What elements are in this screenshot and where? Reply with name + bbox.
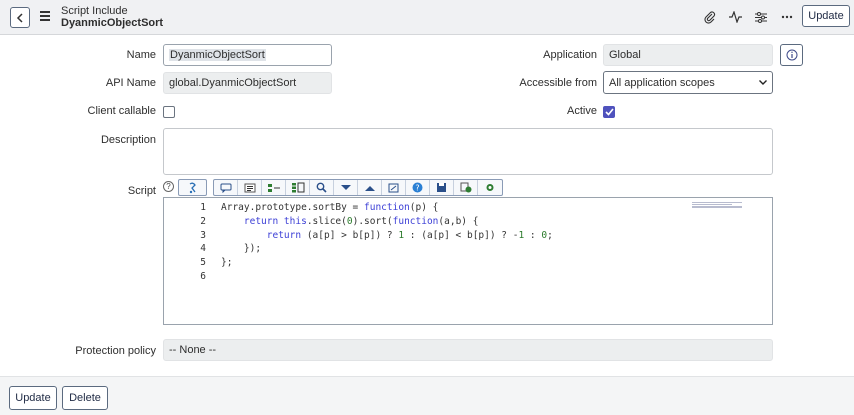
line-number: 3 (200, 229, 206, 241)
form-header: Script Include DyanmicObjectSort Update (0, 0, 854, 35)
toggle-up-icon[interactable] (358, 180, 382, 195)
code-minimap[interactable] (692, 202, 742, 210)
accessible-from-value: All application scopes (609, 76, 715, 89)
code-token: (p) { (409, 202, 439, 213)
chevron-down-icon (759, 80, 767, 85)
update-button[interactable]: Update (9, 386, 57, 410)
code-content[interactable]: Array.prototype.sortBy = function(p) { r… (221, 201, 692, 284)
script-help-icon[interactable] (179, 180, 206, 195)
svg-text:?: ? (415, 183, 419, 192)
checkmark-icon (604, 108, 614, 116)
update-button-header[interactable]: Update (802, 5, 850, 27)
line-number: 2 (200, 215, 206, 227)
line-number-gutter: 1 2 3 4 5 6 (164, 201, 210, 284)
code-line: return (a[p] > b[p]) ? 1 : (a[p] < b[p])… (221, 229, 692, 243)
comment-icon[interactable] (214, 180, 238, 195)
toggle-down-icon[interactable] (334, 180, 358, 195)
code-token: : (524, 229, 542, 241)
application-field: Global (603, 44, 773, 66)
application-value: Global (609, 49, 641, 61)
line-number: 6 (200, 270, 206, 282)
api-name-field: global.DyanmicObjectSort (163, 72, 332, 94)
code-token: ; (547, 229, 553, 241)
script-editor[interactable]: 1 2 3 4 5 6 Array.prototype.sortBy = fun… (163, 197, 773, 325)
settings-sliders-icon[interactable] (754, 10, 768, 24)
script-label: Script (127, 185, 156, 197)
code-line: }; (221, 256, 692, 270)
name-value: DyanmicObjectSort (169, 49, 266, 61)
hamburger-icon[interactable] (40, 11, 50, 21)
script-editor-toolbar: ? (213, 179, 503, 196)
back-icon (16, 12, 23, 23)
name-label: Name (126, 49, 156, 61)
active-label: Active (567, 105, 597, 117)
code-token: (a,b) { (438, 215, 479, 227)
record-name-label: DyanmicObjectSort (61, 17, 164, 29)
code-token: ).sort( (352, 215, 393, 227)
code-token: }); (221, 243, 262, 255)
description-label: Description (100, 134, 156, 146)
api-name-label: API Name (105, 77, 156, 89)
fullscreen-icon[interactable] (382, 180, 406, 195)
active-checkbox[interactable] (603, 106, 615, 118)
code-token: : (a[p] < b[p]) ? - (404, 229, 519, 241)
activity-icon[interactable] (728, 10, 742, 24)
client-callable-checkbox[interactable] (163, 106, 175, 118)
info-button[interactable] (780, 44, 803, 66)
protection-policy-value: -- None -- (169, 344, 217, 356)
code-line: }); (221, 242, 692, 256)
code-token: Array.prototype.sortBy = (221, 202, 364, 213)
help-icon[interactable]: ? (406, 180, 430, 195)
accessible-from-label: Accessible from (519, 77, 597, 89)
script-help-toolbar (178, 179, 207, 196)
form-footer (0, 376, 854, 415)
search-icon[interactable] (310, 180, 334, 195)
description-field[interactable] (163, 128, 773, 175)
code-token: return (266, 229, 302, 241)
debug-icon[interactable] (478, 180, 502, 195)
protection-policy-label: Protection policy (75, 345, 156, 357)
back-button[interactable] (10, 7, 30, 28)
more-icon[interactable] (780, 10, 794, 24)
replace-icon[interactable] (262, 180, 286, 195)
line-number: 5 (200, 257, 206, 269)
api-name-value: global.DyanmicObjectSort (169, 77, 297, 89)
code-token: return this (243, 215, 307, 227)
code-token: (a[p] > b[p]) ? (301, 229, 399, 241)
protection-policy-field: -- None -- (163, 339, 773, 361)
code-token: .slice( (306, 215, 347, 227)
accessible-from-select[interactable]: All application scopes (603, 71, 773, 94)
paperclip-icon[interactable] (703, 10, 717, 24)
record-type-label: Script Include (61, 5, 128, 17)
code-token: function (364, 202, 410, 213)
save-icon[interactable] (430, 180, 454, 195)
name-field[interactable]: DyanmicObjectSort (163, 44, 332, 66)
replace-all-icon[interactable] (286, 180, 310, 195)
format-icon[interactable] (238, 180, 262, 195)
form-title: Script Include DyanmicObjectSort (61, 5, 163, 29)
code-token: }; (221, 257, 233, 269)
script-help-circle-icon[interactable]: ? (163, 181, 174, 192)
info-icon (786, 49, 797, 61)
delete-button[interactable]: Delete (62, 386, 108, 410)
code-token: function (392, 215, 439, 227)
application-label: Application (543, 49, 597, 61)
code-line: return this.slice(0).sort(function(a,b) … (221, 215, 692, 229)
syntax-check-icon[interactable] (454, 180, 478, 195)
code-line: Array.prototype.sortBy = function(p) { (221, 201, 692, 215)
line-number: 1 (200, 202, 206, 213)
line-number: 4 (200, 243, 206, 255)
client-callable-label: Client callable (87, 105, 156, 117)
